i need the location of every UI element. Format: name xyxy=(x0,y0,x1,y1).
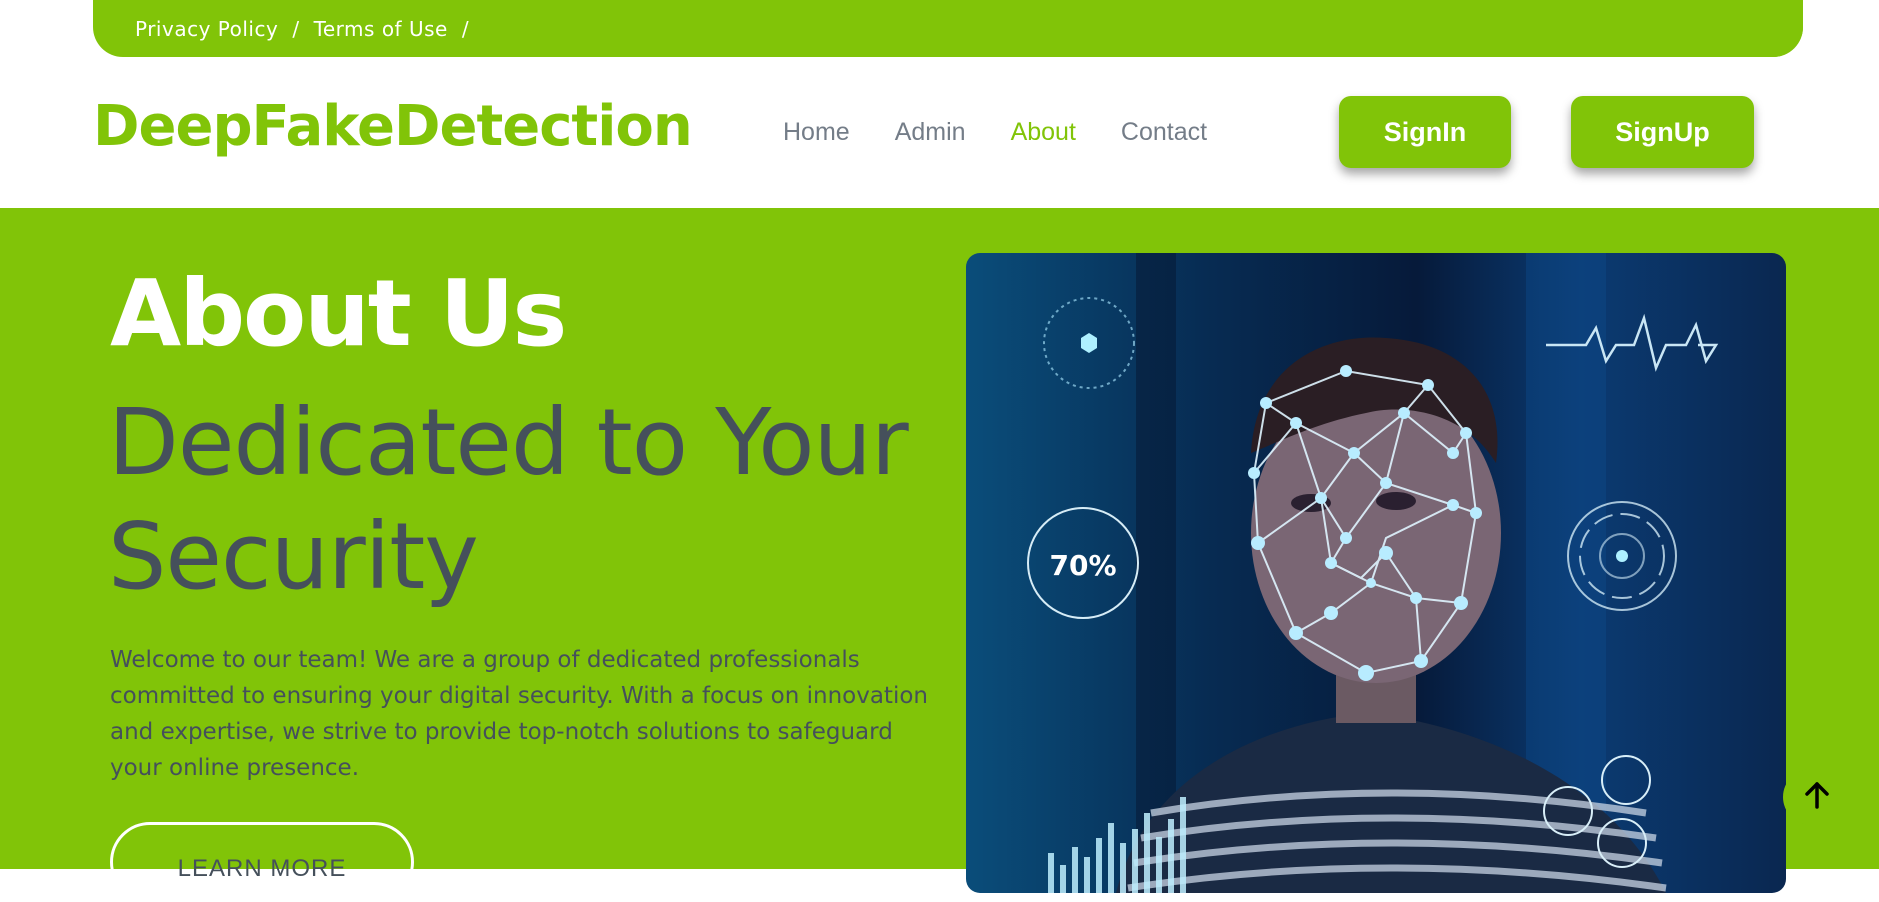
hud-hexagon-indicator xyxy=(1043,297,1135,389)
signin-button[interactable]: SignIn xyxy=(1339,96,1511,168)
hero-description: Welcome to our team! We are a group of d… xyxy=(110,647,928,781)
terms-of-use-link[interactable]: Terms of Use xyxy=(314,17,448,41)
privacy-policy-link[interactable]: Privacy Policy xyxy=(135,17,278,41)
top-utility-bar: Privacy Policy / Terms of Use / xyxy=(93,0,1803,57)
signup-button[interactable]: SignUp xyxy=(1571,96,1754,168)
learn-more-button[interactable]: LEARN MORE xyxy=(110,822,414,902)
breadcrumb-separator: / xyxy=(461,16,470,41)
back-to-top-button[interactable] xyxy=(1783,769,1851,825)
breadcrumb-separator: / xyxy=(292,16,300,41)
arrow-up-icon xyxy=(1804,781,1830,813)
scan-percent-label: 70% xyxy=(1049,549,1116,582)
main-nav: Home Admin About Contact xyxy=(783,118,1252,147)
brand-logo[interactable]: DeepFakeDetection xyxy=(93,94,693,159)
nav-item-contact[interactable]: Contact xyxy=(1121,118,1207,147)
nav-item-admin[interactable]: Admin xyxy=(895,118,966,147)
hero-subtitle: Dedicated to Your Security xyxy=(108,389,909,610)
hero-section: About Us Dedicated to Your Security Welc… xyxy=(0,208,1879,902)
nav-item-about[interactable]: About xyxy=(1011,118,1076,147)
face-scan-image: 70% xyxy=(966,253,1786,893)
nav-item-home[interactable]: Home xyxy=(783,118,850,147)
page-title: About Us xyxy=(110,260,567,367)
face-illustration xyxy=(1251,337,1501,723)
